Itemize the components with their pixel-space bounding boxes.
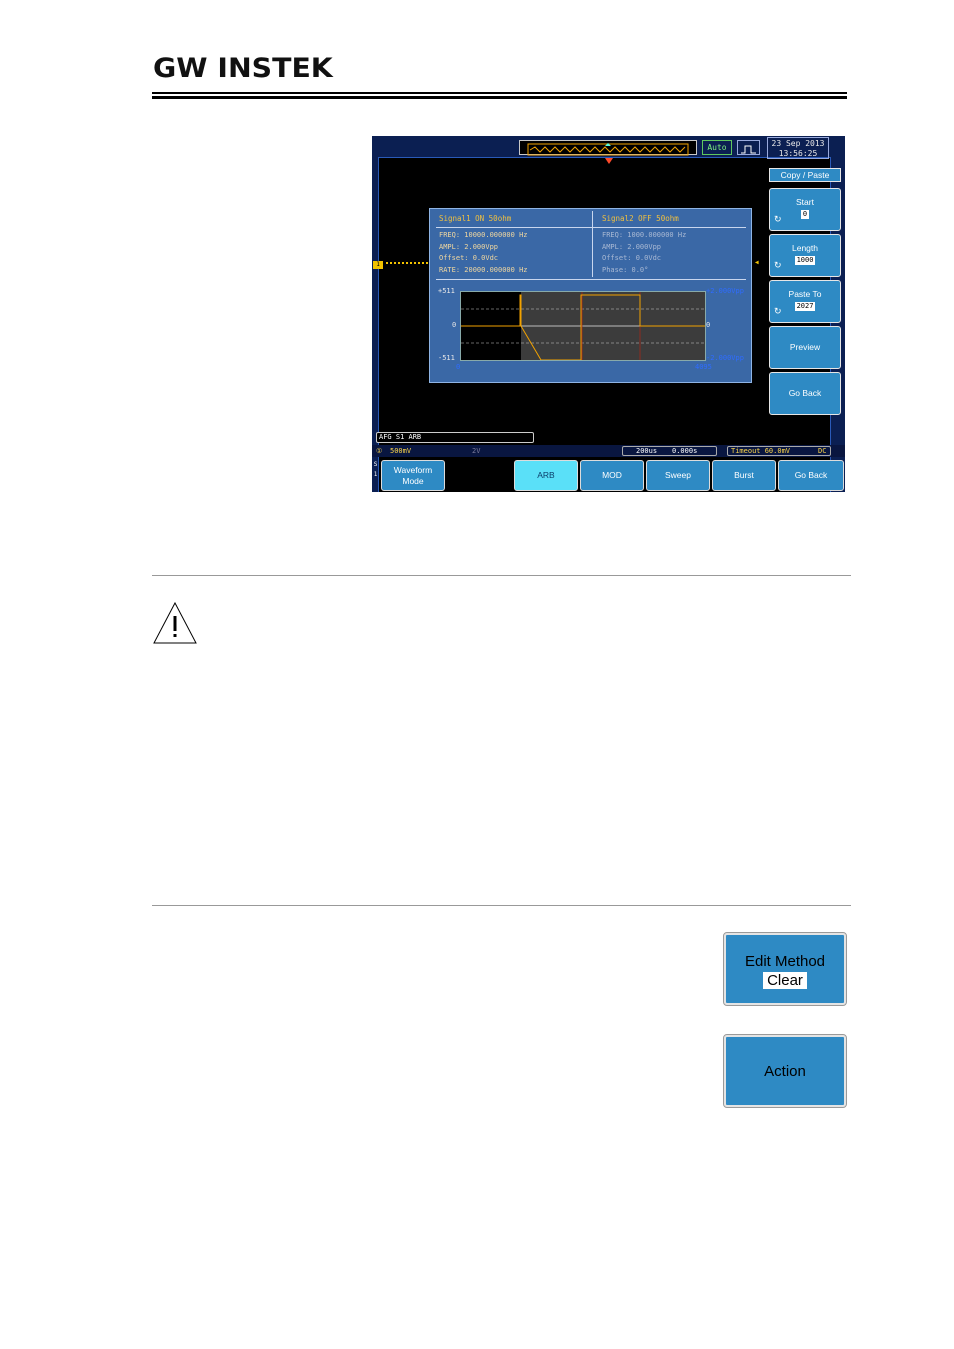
edit-method-value: Clear (763, 972, 807, 989)
trigger-info: Timeout 60.0mV (731, 447, 791, 455)
signal1-params: FREQ: 10000.000000 Hz AMPL: 2.000Vpp Off… (439, 230, 528, 276)
plot-mid-left-label: 0 (452, 321, 457, 329)
preview-softkey[interactable]: Preview (769, 326, 841, 369)
arb-copy-paste-panel: Signal1 ON 50ohm Signal2 OFF 50ohm FREQ:… (429, 208, 752, 383)
timebase: 200us (636, 447, 658, 455)
afg-status-line: AFG S1 ARB (376, 432, 534, 443)
preview-label: Preview (789, 342, 821, 352)
signal1-rate: RATE: 20000.000000 Hz (439, 265, 528, 274)
trigger-edge-icon (737, 140, 760, 155)
signal2-phase: Phase: 0.0° (602, 265, 649, 274)
length-softkey[interactable]: Length ↻ 1000 (769, 234, 841, 277)
waveform-mode-softkey[interactable]: Waveform Mode (381, 460, 445, 491)
side-menu-title: Copy / Paste (769, 168, 841, 182)
trigger-coupling: DC (818, 447, 827, 455)
action-label: Action (764, 1063, 806, 1080)
signal1-freq: FREQ: 10000.000000 Hz (439, 231, 528, 239)
plot-bottom-right-label: -2.000Vpp (706, 354, 744, 362)
warning-icon (153, 601, 197, 644)
variable-knob-icon: ↻ (774, 214, 782, 224)
header-rule-thick (152, 96, 847, 99)
signal2-freq: FREQ: 1000.000000 Hz (602, 231, 687, 239)
paste-to-value: 2027 (794, 302, 816, 311)
waveform-mode-line2: Mode (402, 476, 424, 486)
waveform-mode-line1: Waveform (393, 465, 433, 475)
go-back-side-label: Go Back (788, 388, 822, 398)
start-label: Start (796, 197, 814, 207)
ch1-trace (386, 262, 428, 265)
edit-method-softkey[interactable]: Edit Method Clear (723, 932, 847, 1006)
trigger-position-marker (605, 158, 613, 164)
side-menu: Copy / Paste Start ↻ 0 Length ↻ 1000 Pas… (767, 164, 845, 449)
plot-top-right-label: +2.000Vpp (706, 287, 744, 295)
start-value: 0 (800, 210, 810, 219)
panel-divider-vertical (592, 211, 593, 277)
plot-x-start-label: 0 (456, 363, 461, 371)
edit-method-label: Edit Method (744, 953, 826, 970)
ch2-scale: 2V (472, 447, 481, 455)
plot-top-left-label: +511 (438, 287, 455, 295)
date-time: 23 Sep 2013 13:56:25 (767, 137, 829, 159)
plot-x-end-label: 4095 (695, 363, 712, 371)
variable-knob-icon: ↻ (774, 260, 782, 270)
horizontal-position: 0.000s (672, 447, 698, 455)
ch1-scale: 500mV (390, 447, 412, 455)
trigger-level-marker: ◀ (755, 259, 759, 266)
memory-bar (519, 140, 697, 156)
plot-mid-right-label: 0 (706, 321, 711, 329)
oscilloscope-screen: Auto 23 Sep 2013 13:56:25 1 ◀ Signal1 ON… (372, 136, 845, 492)
section-divider (152, 905, 851, 906)
variable-knob-icon: ↻ (774, 306, 782, 316)
bottom-menu: S 1 Waveform Mode ARB MOD Sweep Burst Go… (372, 458, 845, 492)
panel-divider-top (436, 227, 746, 228)
panel-divider-bottom (436, 279, 746, 280)
time-text: 13:56:25 (778, 149, 818, 158)
signal1-ampl: AMPL: 2.000Vpp (439, 242, 499, 251)
signal2-header: Signal2 OFF 50ohm (602, 214, 679, 223)
start-softkey[interactable]: Start ↻ 0 (769, 188, 841, 231)
length-label: Length (792, 243, 818, 253)
gw-instek-logo: GW INSTEK (153, 53, 333, 84)
mod-softkey[interactable]: MOD (580, 460, 644, 491)
go-back-bottom-softkey[interactable]: Go Back (778, 460, 844, 491)
date-text: 23 Sep 2013 (771, 139, 825, 148)
section-divider (152, 575, 851, 576)
bottom-status-bar: ① 500mV 2V 200us 0.000s Timeout 60.0mV D… (372, 445, 845, 457)
burst-softkey[interactable]: Burst (712, 460, 776, 491)
signal1-header: Signal1 ON 50ohm (439, 214, 512, 223)
signal2-offset: Offset: 0.0Vdc (602, 254, 662, 262)
s1-tag: S 1 (373, 461, 378, 478)
signal1-offset: Offset: 0.0Vdc (439, 254, 499, 262)
signal2-params: FREQ: 1000.000000 Hz AMPL: 2.000Vpp Offs… (602, 230, 686, 276)
plot-bottom-left-label: -511 (438, 354, 455, 362)
signal2-ampl: AMPL: 2.000Vpp (602, 242, 662, 251)
length-value: 1000 (794, 256, 816, 265)
ch1-indicator: ① (376, 447, 383, 455)
paste-to-softkey[interactable]: Paste To ↻ 2027 (769, 280, 841, 323)
header-rule (152, 92, 847, 94)
go-back-side-softkey[interactable]: Go Back (769, 372, 841, 415)
paste-to-label: Paste To (788, 289, 822, 299)
action-softkey[interactable]: Action (723, 1034, 847, 1108)
trigger-mode-auto: Auto (702, 140, 732, 155)
arb-softkey[interactable]: ARB (514, 460, 578, 491)
sweep-softkey[interactable]: Sweep (646, 460, 710, 491)
arb-waveform-plot (460, 291, 706, 361)
ch1-marker: 1 (373, 261, 383, 269)
